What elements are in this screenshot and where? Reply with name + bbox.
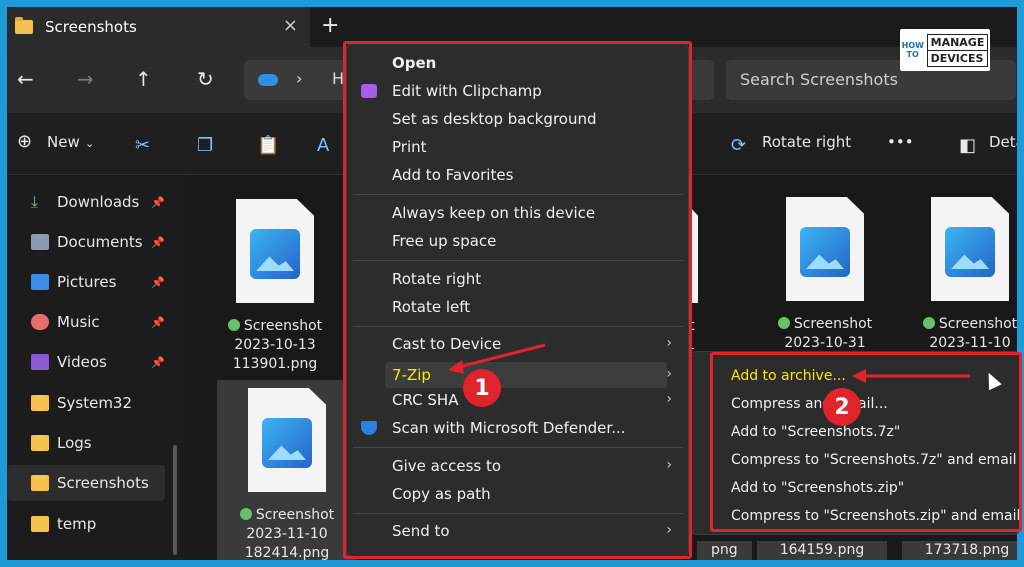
- folder-icon: [31, 516, 49, 532]
- sidebar-item-screenshots[interactable]: Screenshots: [7, 465, 165, 501]
- sidebar-item-music[interactable]: Music 📌: [7, 304, 165, 340]
- back-arrow-icon[interactable]: ←: [17, 67, 34, 91]
- forward-arrow-icon[interactable]: →: [77, 67, 94, 91]
- new-tab-button[interactable]: +: [321, 13, 339, 38]
- sidebar-item-videos[interactable]: Videos 📌: [7, 344, 165, 380]
- folder-icon: [31, 395, 49, 411]
- pin-icon: 📌: [151, 275, 165, 289]
- sidebar-item-label: Documents: [57, 233, 143, 251]
- new-plus-icon[interactable]: ⊕: [17, 131, 32, 152]
- pin-icon: 📌: [151, 235, 165, 249]
- file-item-selected[interactable]: Screenshot 2023-11-10 182414.png: [217, 388, 357, 560]
- image-file-icon: [786, 197, 864, 301]
- image-file-icon: [236, 199, 314, 303]
- onedrive-cloud-icon: [258, 74, 278, 86]
- file-item[interactable]: Screenshot 2023-10-13 113901.png: [205, 199, 345, 374]
- tab-title: Screenshots: [45, 18, 137, 36]
- close-tab-button[interactable]: ×: [283, 15, 298, 36]
- details-pane-icon[interactable]: ◧: [959, 135, 976, 156]
- file-name: Screenshot 2023-11-10 182414.png: [217, 506, 357, 560]
- file-name-label[interactable]: 164159.png: [757, 541, 887, 560]
- sidebar-item-pictures[interactable]: Pictures 📌: [7, 264, 165, 300]
- tab-screenshots[interactable]: Screenshots ×: [7, 7, 310, 47]
- chevron-down-icon[interactable]: ⌄: [85, 137, 94, 150]
- sidebar-scrollbar[interactable]: [173, 445, 177, 555]
- sidebar-item-label: Screenshots: [57, 474, 149, 492]
- copy-icon[interactable]: ❐: [197, 135, 213, 156]
- document-icon: [31, 234, 49, 250]
- sync-check-icon: [239, 508, 252, 520]
- cut-icon[interactable]: ✂: [135, 135, 150, 156]
- sidebar-item-label: System32: [57, 394, 133, 412]
- refresh-icon[interactable]: ↻: [197, 67, 214, 91]
- image-file-icon: [931, 197, 1009, 301]
- up-arrow-icon[interactable]: ↑: [135, 67, 152, 91]
- step-1-badge: 1: [463, 369, 501, 407]
- pictures-icon: [31, 274, 49, 290]
- music-icon: [31, 314, 49, 330]
- howto-manage-devices-logo: HOW TO MANAGE DEVICES: [900, 29, 990, 71]
- sidebar-item-label: Downloads: [57, 193, 140, 211]
- sidebar-item-label: Pictures: [57, 273, 117, 291]
- sidebar-item-logs[interactable]: Logs: [7, 425, 165, 461]
- step-2-badge: 2: [823, 388, 861, 426]
- navigation-pane: ⤓ Downloads 📌 Documents 📌 Pictures 📌 Mus…: [7, 175, 187, 560]
- folder-icon: [15, 17, 33, 34]
- rotate-right-button[interactable]: Rotate right: [762, 133, 851, 151]
- file-item[interactable]: Screenshot 2023-10-31 122029: [755, 197, 895, 372]
- details-button[interactable]: Deta: [989, 133, 1017, 151]
- folder-icon: [31, 435, 49, 451]
- rotate-right-icon[interactable]: ⟳: [731, 135, 746, 156]
- new-button[interactable]: New: [47, 133, 80, 151]
- sidebar-item-label: Videos: [57, 353, 107, 371]
- sidebar-item-downloads[interactable]: ⤓ Downloads 📌: [7, 184, 165, 220]
- pin-icon: 📌: [151, 355, 165, 369]
- breadcrumb-chevron-icon[interactable]: ›: [296, 69, 302, 88]
- file-item[interactable]: Screenshot 2023-11-10 170752: [900, 197, 1017, 372]
- file-name-label[interactable]: png: [697, 541, 752, 560]
- sync-check-icon: [777, 317, 790, 329]
- file-name-label[interactable]: 173718.png: [902, 541, 1017, 560]
- sidebar-item-label: Music: [57, 313, 100, 331]
- sidebar-item-label: temp: [57, 515, 97, 533]
- sidebar-item-system32[interactable]: System32: [7, 385, 165, 421]
- logo-how-to: HOW TO: [901, 41, 924, 59]
- paste-icon[interactable]: 📋: [257, 135, 279, 156]
- more-options-button[interactable]: •••: [887, 133, 914, 151]
- download-icon: ⤓: [31, 192, 39, 211]
- sidebar-item-label: Logs: [57, 434, 92, 452]
- sync-check-icon: [922, 317, 935, 329]
- rename-icon[interactable]: A: [317, 135, 329, 156]
- context-menu-highlight-box: [343, 41, 692, 559]
- sidebar-item-temp[interactable]: temp: [7, 506, 165, 542]
- logo-devices: DEVICES: [926, 50, 989, 67]
- image-file-icon: [248, 388, 326, 492]
- video-icon: [31, 354, 49, 370]
- folder-icon: [31, 475, 49, 491]
- submenu-highlight-box: [710, 352, 1022, 532]
- pin-icon: 📌: [151, 195, 165, 209]
- file-name: Screenshot 2023-10-13 113901.png: [205, 317, 345, 374]
- pin-icon: 📌: [151, 315, 165, 329]
- sync-check-icon: [227, 319, 240, 331]
- sidebar-item-documents[interactable]: Documents 📌: [7, 224, 165, 260]
- logo-manage: MANAGE: [926, 33, 989, 51]
